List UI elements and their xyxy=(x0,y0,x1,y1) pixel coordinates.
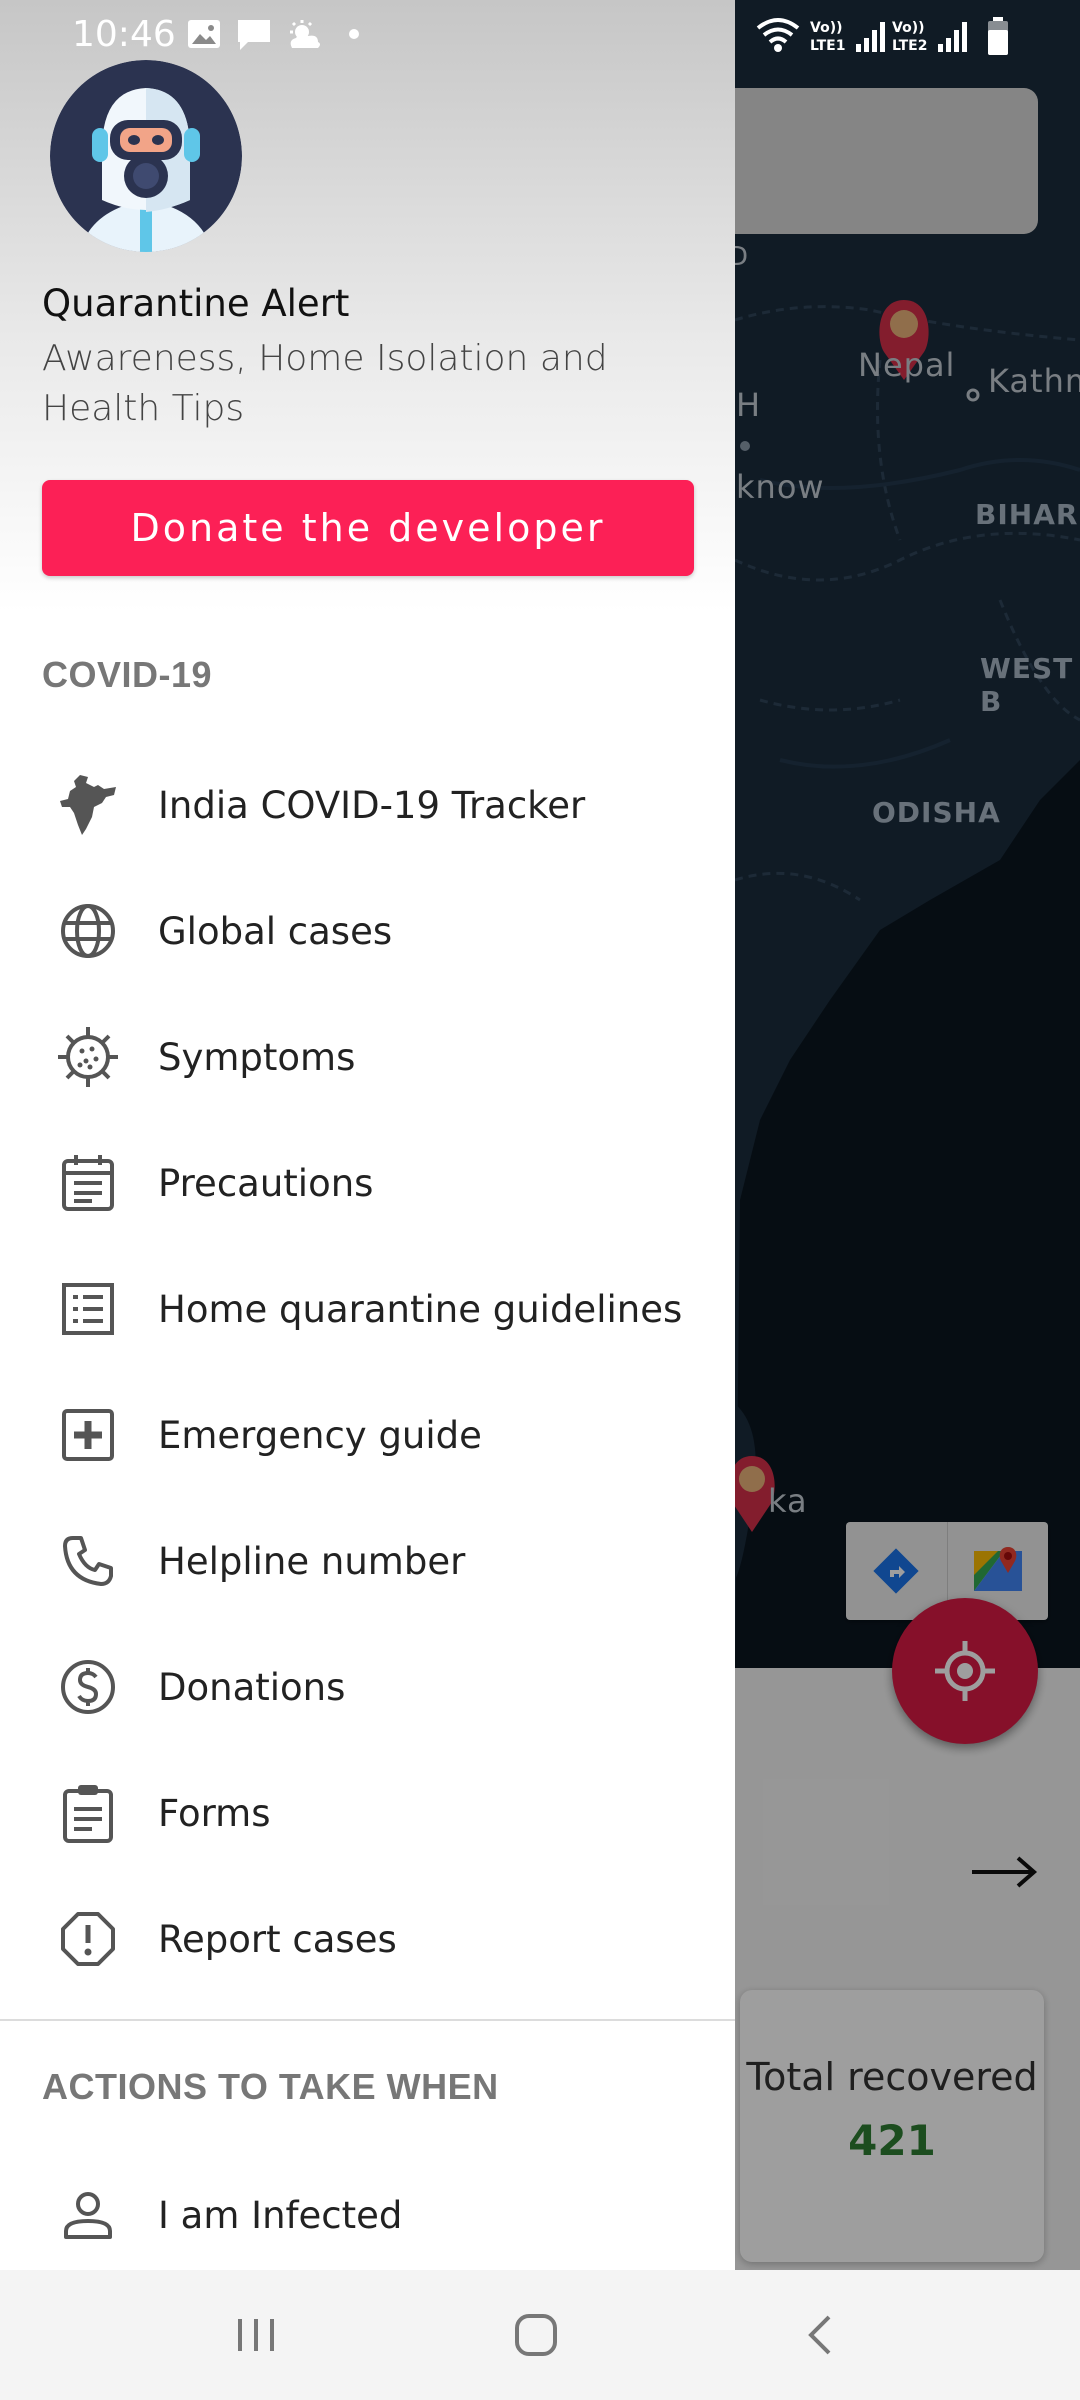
home-button[interactable] xyxy=(486,2300,586,2370)
calendar-note-icon xyxy=(56,1151,120,1215)
home-icon xyxy=(515,2314,557,2356)
menu-label: Forms xyxy=(158,1791,271,1835)
weather-notification-icon xyxy=(290,20,320,48)
back-icon xyxy=(808,2315,831,2355)
dollar-circle-icon xyxy=(56,1655,120,1719)
svg-text:LTE2: LTE2 xyxy=(892,38,927,54)
menu-label: India COVID-19 Tracker xyxy=(158,783,586,827)
message-notification-icon xyxy=(238,20,270,50)
covid19-menu-list: India COVID-19 Tracker Global cases Symp… xyxy=(0,742,735,2002)
hazmat-person-icon xyxy=(50,60,242,252)
menu-label: I am Infected xyxy=(158,2193,403,2237)
menu-label: Global cases xyxy=(158,909,393,953)
svg-text:LTE1: LTE1 xyxy=(810,38,845,54)
recent-apps-button[interactable] xyxy=(206,2300,306,2370)
menu-label: Donations xyxy=(158,1665,346,1709)
menu-item-forms[interactable]: Forms xyxy=(0,1750,735,1876)
app-logo-avatar xyxy=(50,60,242,252)
svg-text:Vo)): Vo)) xyxy=(892,20,924,36)
person-icon xyxy=(56,2183,120,2247)
alert-octagon-icon xyxy=(56,1907,120,1971)
menu-label: Symptoms xyxy=(158,1035,356,1079)
virus-icon xyxy=(56,1025,120,1089)
menu-label: Home quarantine guidelines xyxy=(158,1287,683,1331)
globe-icon xyxy=(56,899,120,963)
phone-icon xyxy=(56,1529,120,1593)
section-divider xyxy=(0,2019,735,2021)
menu-item-home-quarantine[interactable]: Home quarantine guidelines xyxy=(0,1246,735,1372)
menu-item-i-am-infected[interactable]: I am Infected xyxy=(0,2152,735,2270)
navigation-drawer: Quarantine Alert Awareness, Home Isolati… xyxy=(0,0,735,2270)
menu-item-helpline[interactable]: Helpline number xyxy=(0,1498,735,1624)
gallery-notification-icon xyxy=(188,20,220,48)
system-navigation-bar xyxy=(0,2270,1080,2400)
menu-item-global-cases[interactable]: Global cases xyxy=(0,868,735,994)
donate-developer-button[interactable]: Donate the developer xyxy=(42,480,694,576)
menu-item-symptoms[interactable]: Symptoms xyxy=(0,994,735,1120)
section-header-actions: ACTIONS TO TAKE WHEN xyxy=(42,2066,499,2107)
wifi-icon xyxy=(756,18,800,52)
more-notifications-dot-icon xyxy=(349,29,359,39)
menu-item-report-cases[interactable]: Report cases xyxy=(0,1876,735,2002)
menu-item-emergency-guide[interactable]: Emergency guide xyxy=(0,1372,735,1498)
india-map-icon xyxy=(56,773,120,837)
recent-apps-icon xyxy=(238,2319,274,2351)
plus-box-icon xyxy=(56,1403,120,1467)
back-button[interactable] xyxy=(770,2300,870,2370)
drawer-header: Quarantine Alert Awareness, Home Isolati… xyxy=(0,0,735,612)
svg-text:Vo)): Vo)) xyxy=(810,20,842,36)
menu-item-donations[interactable]: Donations xyxy=(0,1624,735,1750)
menu-label: Precautions xyxy=(158,1161,374,1205)
list-icon xyxy=(56,1277,120,1341)
menu-label: Helpline number xyxy=(158,1539,466,1583)
signal-sim1-icon: Vo)) LTE1 xyxy=(810,20,885,54)
clipboard-icon xyxy=(56,1781,120,1845)
menu-label: Report cases xyxy=(158,1917,397,1961)
status-time: 10:46 xyxy=(72,14,176,55)
battery-icon xyxy=(988,17,1008,55)
status-bar: 10:46 Vo)) LTE1 Vo)) LTE2 xyxy=(0,0,1080,72)
app-title: Quarantine Alert xyxy=(42,282,350,325)
menu-item-india-tracker[interactable]: India COVID-19 Tracker xyxy=(0,742,735,868)
menu-item-precautions[interactable]: Precautions xyxy=(0,1120,735,1246)
menu-label: Emergency guide xyxy=(158,1413,482,1457)
signal-sim2-icon: Vo)) LTE2 xyxy=(892,20,967,54)
app-subtitle: Awareness, Home Isolation and Health Tip… xyxy=(42,338,608,429)
section-header-covid19: COVID-19 xyxy=(42,654,213,695)
